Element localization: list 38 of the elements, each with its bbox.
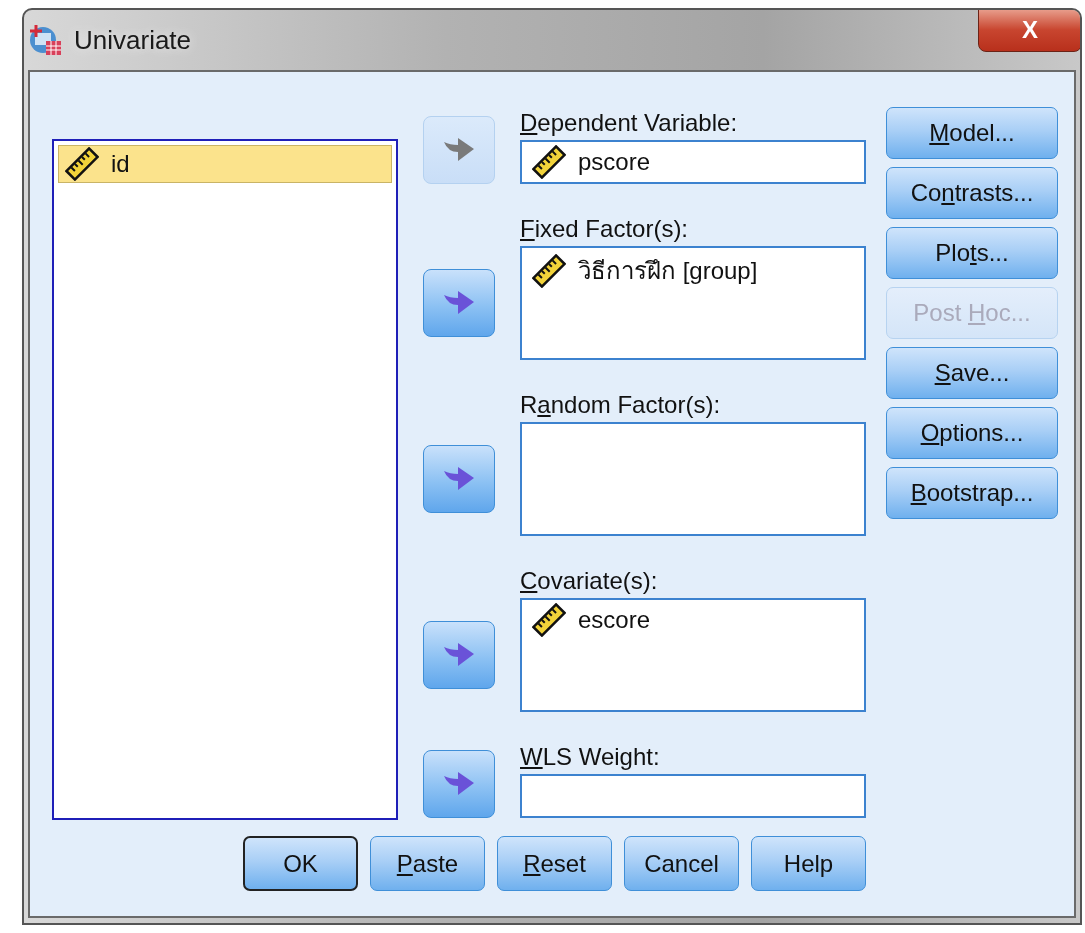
variable-item[interactable]: id <box>58 145 392 183</box>
variable-field[interactable] <box>520 774 866 818</box>
variable-name: วิธีการฝึก [group] <box>578 256 758 286</box>
arrow-icon <box>442 289 476 317</box>
variable-name: pscore <box>578 148 651 176</box>
arrow-icon <box>442 641 476 669</box>
dialog-button[interactable]: Bootstrap... <box>886 467 1058 519</box>
variable-list[interactable]: escore <box>520 598 866 712</box>
variable-list[interactable] <box>520 422 866 536</box>
move-button[interactable] <box>423 269 495 337</box>
field-label: Random Factor(s): <box>520 390 721 420</box>
arrow-icon <box>442 465 476 493</box>
field-label: Dependent Variable: <box>520 108 738 138</box>
window-title: Univariate <box>74 24 192 56</box>
move-button[interactable] <box>423 750 495 818</box>
dialog-button[interactable]: Reset <box>497 836 612 891</box>
dialog-button[interactable]: Help <box>751 836 866 891</box>
move-button[interactable] <box>423 445 495 513</box>
move-button[interactable] <box>423 621 495 689</box>
dialog-button[interactable]: OK <box>243 836 358 891</box>
close-button[interactable]: X <box>978 10 1080 52</box>
field-label: WLS Weight: <box>520 742 660 772</box>
variable-name: escore <box>578 606 651 634</box>
dialog-button[interactable]: Save... <box>886 347 1058 399</box>
arrow-icon <box>442 770 476 798</box>
app-icon <box>28 23 62 57</box>
dialog-button[interactable]: Plots... <box>886 227 1058 279</box>
variable-list[interactable]: วิธีการฝึก [group] <box>520 246 866 360</box>
arrow-icon <box>442 136 476 164</box>
dialog-button[interactable]: Cancel <box>624 836 739 891</box>
field-label: Covariate(s): <box>520 566 658 596</box>
dialog-button[interactable]: Contrasts... <box>886 167 1058 219</box>
variable-list[interactable]: id <box>52 139 398 820</box>
variable-field[interactable]: pscore <box>520 140 866 184</box>
dialog-button[interactable]: Paste <box>370 836 485 891</box>
dialog-button[interactable]: Options... <box>886 407 1058 459</box>
dialog-button[interactable]: Model... <box>886 107 1058 159</box>
field-label: Fixed Factor(s): <box>520 214 689 244</box>
